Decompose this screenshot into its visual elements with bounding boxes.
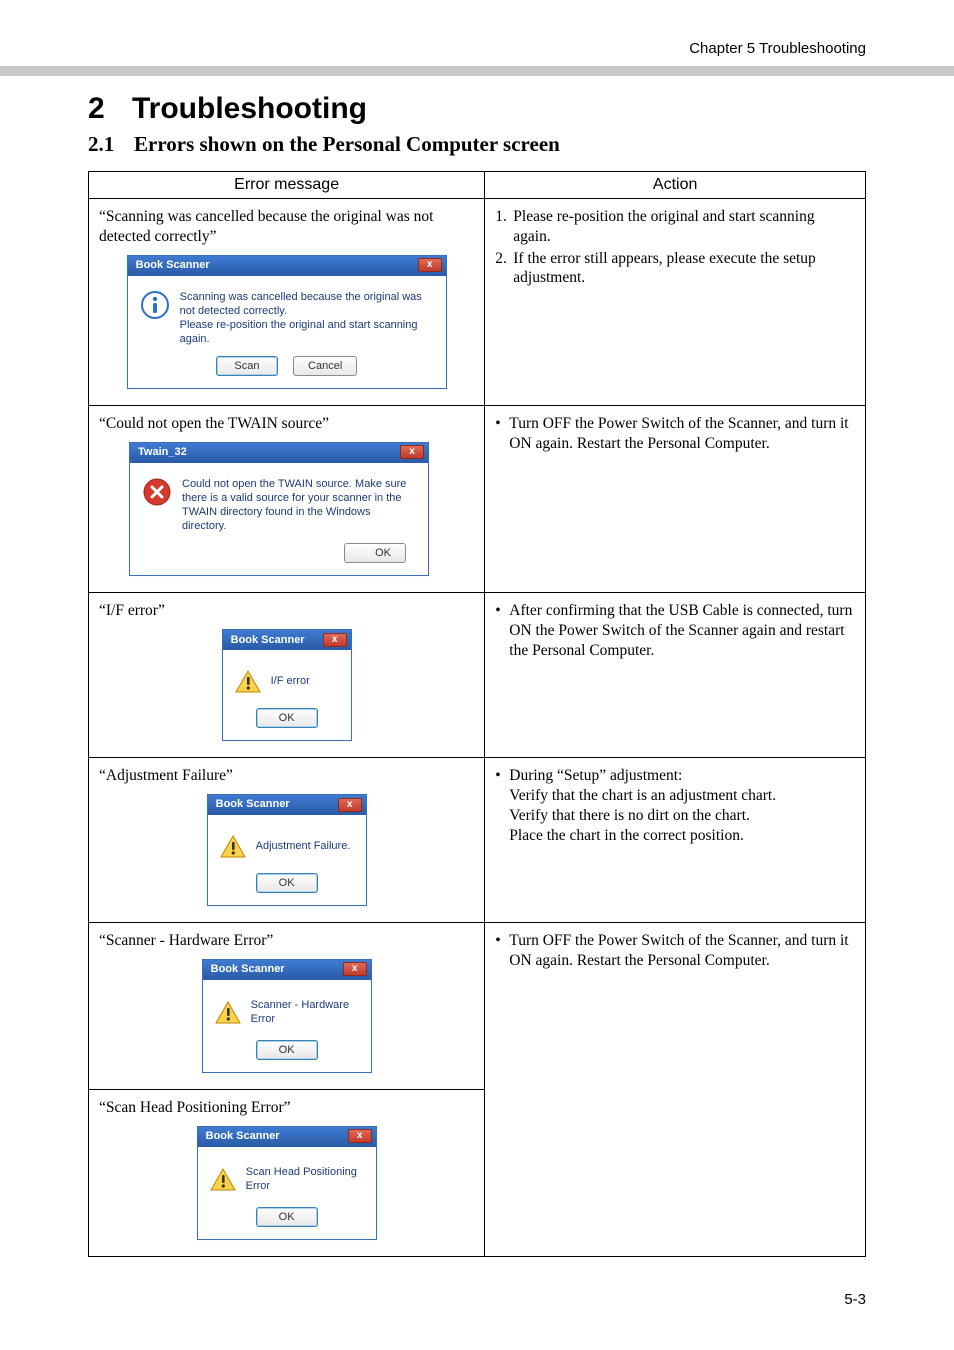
table-row: “I/F error” Book Scanner x I/F error [89, 593, 866, 758]
dialog-title: Book Scanner [136, 258, 210, 272]
error-label: “I/F error” [99, 601, 474, 621]
running-head: Chapter 5 Troubleshooting [689, 40, 866, 57]
page-number: 5-3 [844, 1291, 866, 1308]
action-list: Turn OFF the Power Switch of the Scanner… [495, 931, 855, 971]
ok-button[interactable]: OK [344, 543, 406, 563]
action-text: After confirming that the USB Cable is c… [509, 602, 852, 659]
action-text: Verify that there is no dirt on the char… [509, 807, 750, 824]
col-header-error: Error message [89, 172, 485, 199]
troubleshooting-table: Error message Action “Scanning was cance… [88, 171, 866, 1257]
warning-icon [220, 833, 246, 859]
action-text: Place the chart in the correct position. [509, 827, 744, 844]
error-icon [142, 477, 172, 507]
warning-icon [235, 668, 261, 694]
warning-icon [210, 1166, 236, 1192]
error-label: “Could not open the TWAIN source” [99, 414, 474, 434]
col-header-action: Action [485, 172, 866, 199]
dialog-message: I/F error [271, 674, 310, 688]
subsection-name: Errors shown on the Personal Computer sc… [134, 132, 560, 156]
error-label: “Scan Head Positioning Error” [99, 1098, 474, 1118]
dialog-message: Scanning was cancelled because the origi… [180, 290, 434, 346]
table-row: “Could not open the TWAIN source” Twain_… [89, 406, 866, 593]
table-row: “Scanning was cancelled because the orig… [89, 199, 866, 406]
header-rule [0, 66, 954, 76]
dialog-title: Book Scanner [231, 633, 305, 647]
ok-button[interactable]: OK [256, 873, 318, 893]
info-icon [140, 290, 170, 320]
ok-button[interactable]: OK [256, 1040, 318, 1060]
close-icon[interactable]: x [338, 798, 362, 812]
action-list: 1.Please re-position the original and st… [495, 207, 855, 288]
close-icon[interactable]: x [418, 258, 442, 272]
ok-button[interactable]: OK [256, 1207, 318, 1227]
subsection-number: 2.1 [88, 132, 134, 157]
action-text: Turn OFF the Power Switch of the Scanner… [509, 415, 848, 452]
warning-icon [215, 999, 241, 1025]
dialog-message: Adjustment Failure. [256, 839, 351, 853]
close-icon[interactable]: x [348, 1129, 372, 1143]
error-label: “Adjustment Failure” [99, 766, 474, 786]
dialog-title: Book Scanner [216, 797, 290, 811]
dialog-title: Book Scanner [211, 962, 285, 976]
dialog-message: Could not open the TWAIN source. Make su… [182, 477, 416, 533]
section-number: 2 [88, 92, 132, 126]
close-icon[interactable]: x [400, 445, 424, 459]
action-list: After confirming that the USB Cable is c… [495, 601, 855, 660]
dialog-message: Scan Head Positioning Error [246, 1165, 364, 1193]
error-label: “Scanner - Hardware Error” [99, 931, 474, 951]
subsection-title: 2.1Errors shown on the Personal Computer… [88, 132, 866, 157]
action-list: During “Setup” adjustment: Verify that t… [495, 766, 855, 845]
action-text: If the error still appears, please execu… [513, 250, 816, 287]
dialog-hw-error: Book Scanner x Scanner - Hardware Error … [202, 959, 372, 1073]
close-icon[interactable]: x [323, 633, 347, 647]
section-name: Troubleshooting [132, 92, 367, 125]
error-label: “Scanning was cancelled because the orig… [99, 207, 474, 247]
dialog-if-error: Book Scanner x I/F error OK [222, 629, 352, 741]
dialog-scan-cancelled: Book Scanner x Scanning was cancelled be… [127, 255, 447, 389]
dialog-message: Scanner - Hardware Error [251, 998, 359, 1026]
table-row: “Scanner - Hardware Error” Book Scanner … [89, 923, 866, 1090]
dialog-head-pos-error: Book Scanner x Scan Head Positioning Err… [197, 1126, 377, 1240]
dialog-twain: Twain_32 x Could not open the TWAIN sour… [129, 442, 429, 576]
action-text: Turn OFF the Power Switch of the Scanner… [509, 932, 848, 969]
action-text: During “Setup” adjustment: [509, 767, 682, 784]
cancel-button[interactable]: Cancel [293, 356, 357, 376]
action-text: Verify that the chart is an adjustment c… [509, 787, 776, 804]
ok-button[interactable]: OK [256, 708, 318, 728]
action-list: Turn OFF the Power Switch of the Scanner… [495, 414, 855, 454]
close-icon[interactable]: x [343, 962, 367, 976]
dialog-title: Twain_32 [138, 445, 187, 459]
dialog-adj-failure: Book Scanner x Adjustment Failure. OK [207, 794, 367, 906]
action-text: Please re-position the original and star… [513, 208, 814, 245]
section-title: 2Troubleshooting [88, 92, 866, 126]
dialog-title: Book Scanner [206, 1129, 280, 1143]
table-row: “Adjustment Failure” Book Scanner x Adju… [89, 758, 866, 923]
scan-button[interactable]: Scan [216, 356, 278, 376]
